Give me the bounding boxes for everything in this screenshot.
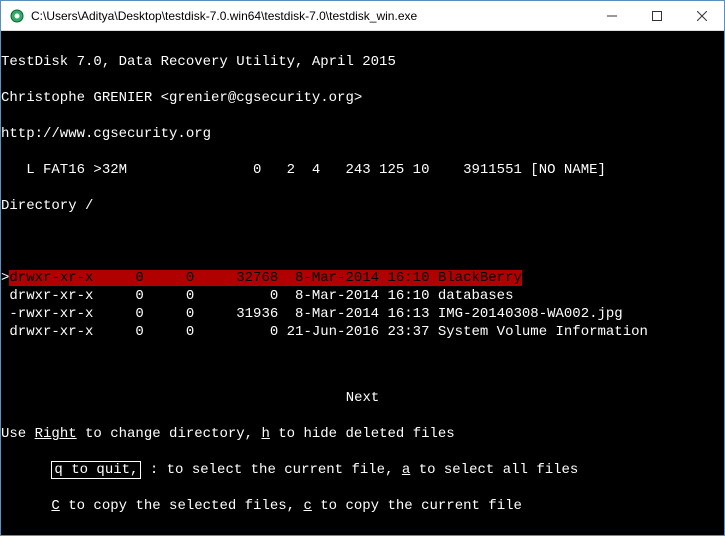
partition-line: L FAT16 >32M 0 2 4 243 125 10 3911551 [N… [1, 161, 724, 179]
help-line-1: Use Right to change directory, h to hide… [1, 425, 724, 443]
directory-line: Directory / [1, 197, 724, 215]
file-row[interactable]: >drwxr-xr-x 0 0 32768 8-Mar-2014 16:10 B… [1, 269, 724, 287]
help-line-2: q to quit, : to select the current file,… [1, 461, 724, 479]
console: TestDisk 7.0, Data Recovery Utility, Apr… [1, 31, 724, 535]
help-section: Next Use Right to change directory, h to… [1, 371, 724, 533]
close-button[interactable] [679, 1, 724, 30]
quit-hint: q to quit, [51, 461, 141, 479]
minimize-button[interactable] [589, 1, 634, 30]
titlebar-buttons [589, 1, 724, 30]
titlebar: C:\Users\Aditya\Desktop\testdisk-7.0.win… [1, 1, 724, 31]
file-row[interactable]: drwxr-xr-x 0 0 0 8-Mar-2014 16:10 databa… [1, 287, 724, 305]
header-line-2: Christophe GRENIER <grenier@cgsecurity.o… [1, 89, 724, 107]
next-label[interactable]: Next [1, 389, 724, 407]
help-line-3: C to copy the selected files, c to copy … [1, 497, 724, 515]
file-row[interactable]: drwxr-xr-x 0 0 0 21-Jun-2016 23:37 Syste… [1, 323, 724, 341]
app-icon [9, 8, 25, 24]
file-listing[interactable]: >drwxr-xr-x 0 0 32768 8-Mar-2014 16:10 B… [1, 269, 724, 341]
header-line-1: TestDisk 7.0, Data Recovery Utility, Apr… [1, 53, 724, 71]
file-row[interactable]: -rwxr-xr-x 0 0 31936 8-Mar-2014 16:13 IM… [1, 305, 724, 323]
titlebar-path: C:\Users\Aditya\Desktop\testdisk-7.0.win… [31, 9, 589, 23]
blank-line [1, 233, 724, 251]
maximize-button[interactable] [634, 1, 679, 30]
header-line-3: http://www.cgsecurity.org [1, 125, 724, 143]
